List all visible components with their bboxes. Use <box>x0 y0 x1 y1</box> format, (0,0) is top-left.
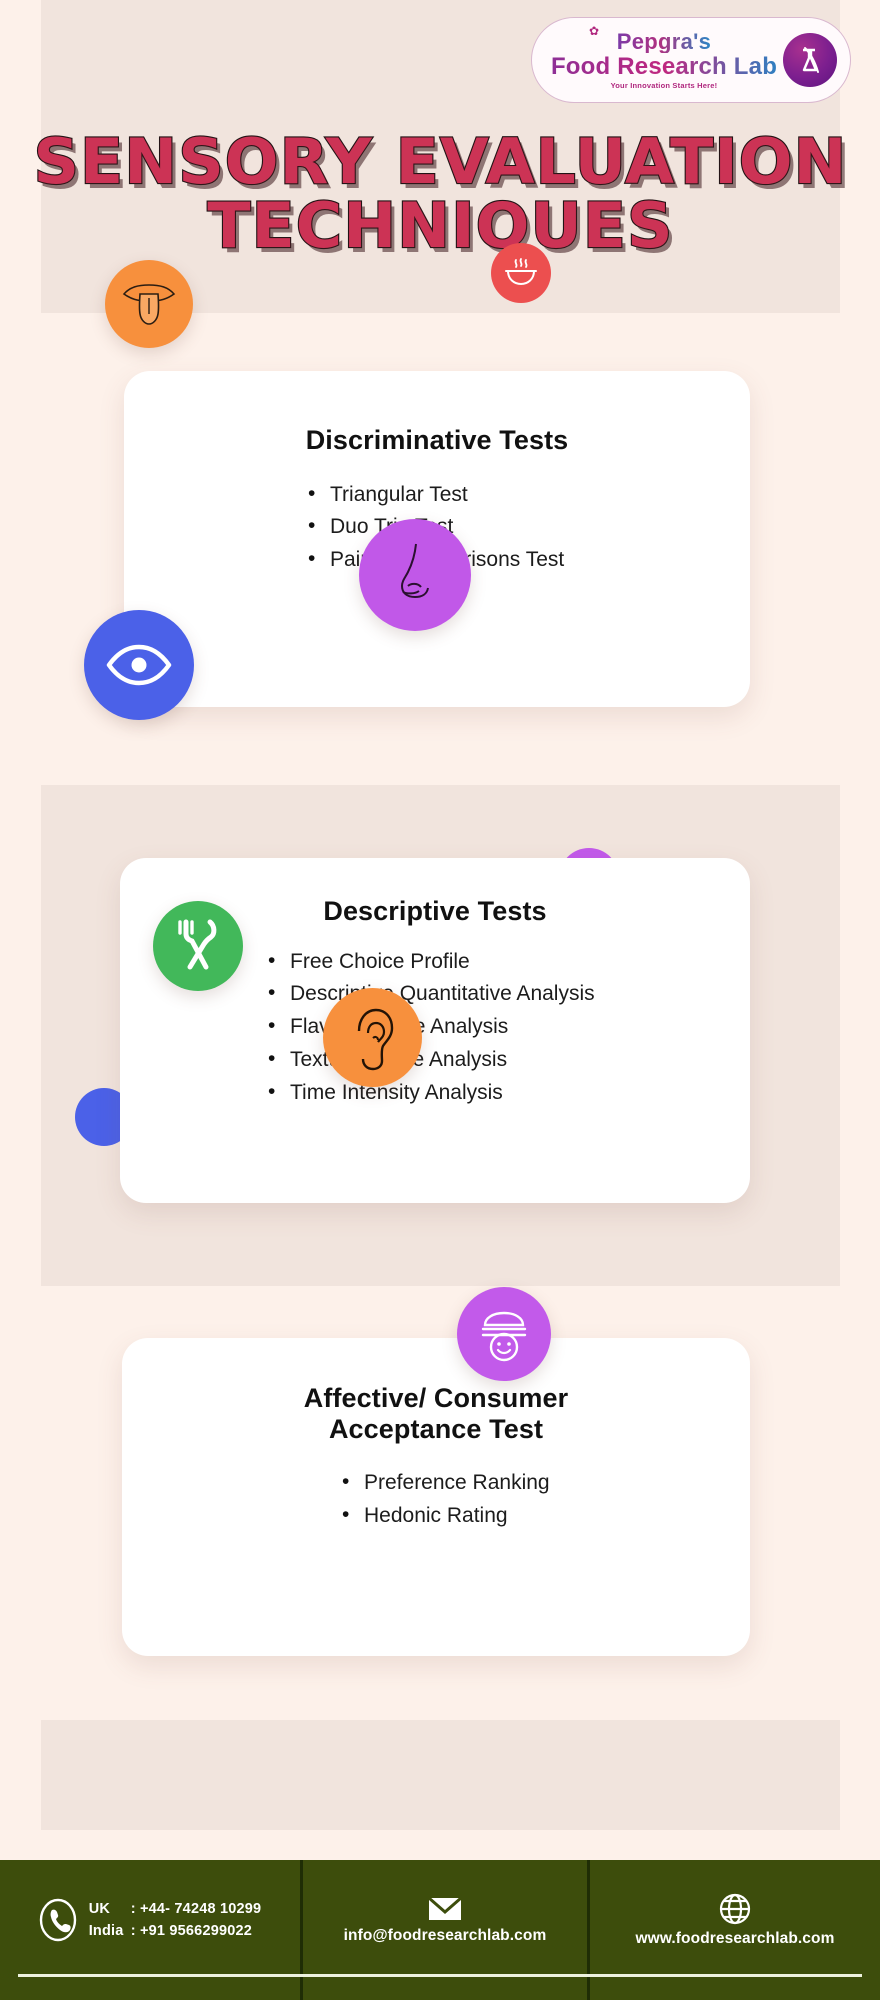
list-item: Descriptive Quantitative Analysis <box>266 980 666 1008</box>
list-item: Preference Ranking <box>340 1469 600 1497</box>
card-3-title-line-1: Affective/ Consumer <box>303 1383 569 1413</box>
infographic-page: SENSORY EVALUATION TECHNIQUES Pepgra's F… <box>0 0 880 2000</box>
envelope-icon <box>427 1895 463 1923</box>
footer-phone-india-label: India <box>88 1923 124 1939</box>
footer-phone-india-value: : +91 9566299022 <box>130 1923 253 1939</box>
card-1-title: Discriminative Tests <box>305 425 569 455</box>
footer-website-text[interactable]: www.foodresearchlab.com <box>636 1930 835 1948</box>
footer-phone-uk-value: : +44- 74248 10299 <box>130 1900 262 1917</box>
phone-icon <box>39 1898 77 1942</box>
footer-contact-bar: UK : +44- 74248 10299 India : +91 95662990… <box>0 1860 880 2000</box>
card-affective-consumer-acceptance-test: Affective/ Consumer Acceptance Test Pref… <box>122 1338 750 1656</box>
list-item: Triangular Test <box>306 481 606 509</box>
page-title-line-2: TECHNIQUES <box>206 188 674 262</box>
page-title: SENSORY EVALUATION TECHNIQUES <box>32 129 847 259</box>
card-3-list: Preference Ranking Hedonic Rating <box>340 1469 600 1530</box>
list-item: Free Choice Profile <box>266 948 666 976</box>
footer-phone-uk-label: UK <box>88 1900 111 1917</box>
footer-phone-uk: UK : +44- 74248 10299 <box>89 1898 262 1920</box>
logo-tagline: Your Innovation Starts Here! <box>610 80 718 90</box>
brand-logo[interactable]: Pepgra's Food Research Lab Your Innovati… <box>531 17 851 103</box>
card-3-title-line-2: Acceptance Test <box>328 1413 544 1444</box>
footer-divider <box>18 1974 862 1977</box>
ramen-bowl-icon <box>491 243 551 303</box>
footer-phone-lines: UK : +44- 74248 10299 India : +91 95662990… <box>89 1898 262 1943</box>
leaf-icon: ✿ <box>588 23 599 38</box>
footer-email-text[interactable]: info@foodresearchlab.com <box>344 1927 547 1945</box>
page-title-line-1: SENSORY EVALUATION <box>32 125 848 198</box>
list-item: Hedonic Rating <box>340 1502 600 1530</box>
tongue-icon <box>105 260 193 348</box>
footer-website-block[interactable]: www.foodresearchlab.com <box>590 1860 880 2000</box>
logo-line-2: Food Research Lab <box>550 52 778 80</box>
logo-line-1: Pepgra's <box>616 28 712 54</box>
right-gutter <box>840 0 880 1860</box>
footer-phone-block[interactable]: UK : +44- 74248 10299 India : +91 95662990… <box>0 1860 300 2000</box>
eye-icon <box>84 610 194 720</box>
nose-icon <box>359 519 471 631</box>
globe-icon <box>718 1892 752 1926</box>
footer-email-block[interactable]: info@foodresearchlab.com <box>300 1860 590 2000</box>
left-gutter <box>0 0 41 1860</box>
burger-smiley-icon <box>457 1287 551 1381</box>
list-item: Time Intensity Analysis <box>266 1079 666 1107</box>
footer-phone-india: India : +91 9566299022 <box>89 1920 262 1942</box>
ear-icon <box>323 988 422 1087</box>
section-band-4 <box>41 1720 840 1830</box>
card-3-title: Affective/ Consumer Acceptance Test <box>122 1383 750 1444</box>
flask-r-monogram-icon <box>783 33 838 87</box>
fork-knife-icon <box>153 901 243 991</box>
